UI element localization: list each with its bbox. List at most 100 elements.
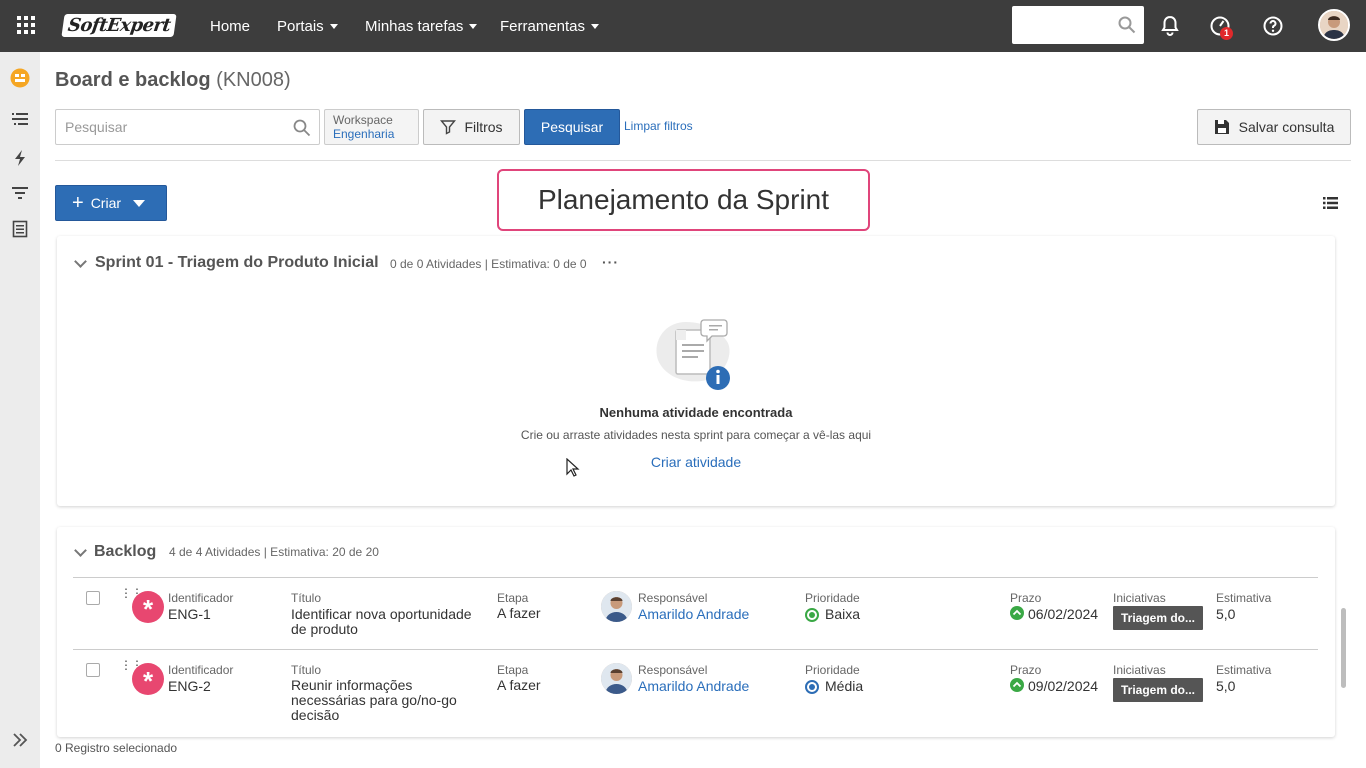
estimate-value: 5,0 <box>1216 606 1236 622</box>
selection-status: 0 Registro selecionado <box>55 741 178 755</box>
search-icon[interactable] <box>293 119 311 137</box>
search-icon[interactable] <box>1118 16 1136 34</box>
initiatives-label: Iniciativas <box>1113 663 1166 677</box>
scrollbar[interactable] <box>1341 608 1346 688</box>
person-avatar-icon <box>601 591 632 622</box>
priority-medium-icon <box>805 680 819 694</box>
softexpert-logo[interactable]: SoftExpert <box>61 12 177 38</box>
search-button-label: Pesquisar <box>540 119 604 135</box>
nav-minhas-tarefas-label: Minhas tarefas <box>365 17 464 35</box>
top-bar: SoftExpert Home Portais Minhas tarefas F… <box>0 0 1366 52</box>
workspace-selector[interactable]: Workspace Engenharia <box>324 109 419 145</box>
user-avatar[interactable] <box>1318 9 1350 41</box>
due-value: 06/02/2024 <box>1028 606 1099 622</box>
table-row[interactable]: ⋮⋮ * Identificador ENG-2 Título Reunir i… <box>73 650 1318 723</box>
floppy-disk-icon <box>1214 120 1229 134</box>
mouse-cursor-icon <box>566 458 580 477</box>
table-row[interactable]: ⋮⋮ * Identificador ENG-1 Título Identifi… <box>73 578 1318 650</box>
workspace-value: Engenharia <box>333 127 395 141</box>
list-view-icon[interactable] <box>1323 196 1338 210</box>
chevron-down-icon <box>469 23 478 29</box>
nav-ferramentas-label: Ferramentas <box>500 17 586 35</box>
stage-value: A fazer <box>497 605 541 621</box>
header-divider <box>55 160 1351 161</box>
filters-button[interactable]: Filtros <box>423 109 520 145</box>
id-value: ENG-2 <box>168 678 211 694</box>
owner-label: Responsável <box>638 663 708 677</box>
priority-value: Média <box>825 678 864 694</box>
due-label: Prazo <box>1010 663 1042 677</box>
empty-subtitle: Crie ou arraste atividades nesta sprint … <box>520 428 872 442</box>
notification-badge: 1 <box>1220 27 1233 40</box>
row-checkbox[interactable] <box>86 591 100 605</box>
id-label: Identificador <box>168 663 234 677</box>
search-input[interactable] <box>56 110 286 144</box>
nav-ferramentas[interactable]: Ferramentas <box>500 0 600 52</box>
initiative-tag[interactable]: Triagem do... <box>1113 606 1203 630</box>
bell-icon[interactable] <box>1158 14 1182 38</box>
person-avatar-icon <box>601 663 632 694</box>
owner-value[interactable]: Amarildo Andrade <box>638 679 749 694</box>
owner-avatar <box>601 663 632 694</box>
title-label: Título <box>291 663 322 677</box>
due-ok-icon <box>1010 606 1024 620</box>
filters-button-label: Filtros <box>464 119 503 135</box>
priority-label: Prioridade <box>805 591 860 605</box>
backlog-meta: 4 de 4 Atividades | Estimativa: 20 de 20 <box>169 545 379 559</box>
workspace-label: Workspace <box>333 113 393 127</box>
nav-home-label: Home <box>210 17 251 35</box>
search-field[interactable] <box>55 109 320 145</box>
sprint-planning-callout: Planejamento da Sprint <box>497 169 870 231</box>
owner-label: Responsável <box>638 591 708 605</box>
stage-value: A fazer <box>497 677 541 693</box>
save-query-label: Salvar consulta <box>1238 119 1335 135</box>
estimate-value: 5,0 <box>1216 678 1236 694</box>
filter-icon[interactable] <box>10 183 30 203</box>
nav-minhas-tarefas[interactable]: Minhas tarefas <box>365 0 478 52</box>
chevron-down-icon <box>133 199 146 207</box>
estimate-label: Estimativa <box>1216 591 1272 605</box>
sprint-meta: 0 de 0 Atividades | Estimativa: 0 de 0 <box>390 257 587 271</box>
nav-portais[interactable]: Portais <box>277 0 338 52</box>
sprint-more-menu[interactable]: ··· <box>602 254 619 270</box>
empty-title: Nenhuma atividade encontrada <box>599 405 793 420</box>
stage-label: Etapa <box>497 663 529 677</box>
create-button-label: Criar <box>90 195 122 211</box>
create-activity-link[interactable]: Criar atividade <box>600 454 792 470</box>
help-icon[interactable] <box>1261 14 1285 38</box>
create-button[interactable]: + Criar <box>55 185 167 221</box>
id-value: ENG-1 <box>168 606 211 622</box>
sprint-title[interactable]: Sprint 01 - Triagem do Produto Inicial <box>95 254 379 272</box>
priority-value: Baixa <box>825 606 861 622</box>
left-sidebar <box>0 52 40 768</box>
page-code: (KN008) <box>216 69 291 91</box>
callout-text: Planejamento da Sprint <box>537 184 830 215</box>
due-ok-icon <box>1010 678 1024 692</box>
lightning-icon[interactable] <box>10 148 30 168</box>
backlog-list-icon[interactable] <box>10 110 30 130</box>
expand-sidebar-icon[interactable] <box>11 731 29 749</box>
backlog-title[interactable]: Backlog <box>94 543 156 561</box>
title-value[interactable]: Identificar nova oportunidade de produto <box>291 607 481 637</box>
report-icon[interactable] <box>10 219 30 239</box>
due-value: 09/02/2024 <box>1028 678 1099 694</box>
owner-avatar <box>601 591 632 622</box>
save-query-button[interactable]: Salvar consulta <box>1197 109 1351 145</box>
chevron-down-icon <box>591 23 600 29</box>
nav-portais-label: Portais <box>277 17 324 35</box>
activity-type-icon: * <box>132 663 164 696</box>
apps-grid-icon[interactable] <box>17 16 35 34</box>
row-checkbox[interactable] <box>86 663 100 677</box>
plus-icon: + <box>72 192 84 214</box>
clear-filters-link[interactable]: Limpar filtros <box>624 119 693 133</box>
empty-document-icon <box>656 319 730 390</box>
search-button[interactable]: Pesquisar <box>524 109 620 145</box>
initiatives-label: Iniciativas <box>1113 591 1166 605</box>
owner-value[interactable]: Amarildo Andrade <box>638 607 749 622</box>
initiative-tag[interactable]: Triagem do... <box>1113 678 1203 702</box>
title-value[interactable]: Reunir informações necessárias para go/n… <box>291 678 471 723</box>
global-search-input[interactable] <box>1012 6 1144 44</box>
nav-home[interactable]: Home <box>210 0 250 52</box>
board-app-icon[interactable] <box>10 68 30 88</box>
page-title-text: Board e backlog <box>55 69 211 91</box>
